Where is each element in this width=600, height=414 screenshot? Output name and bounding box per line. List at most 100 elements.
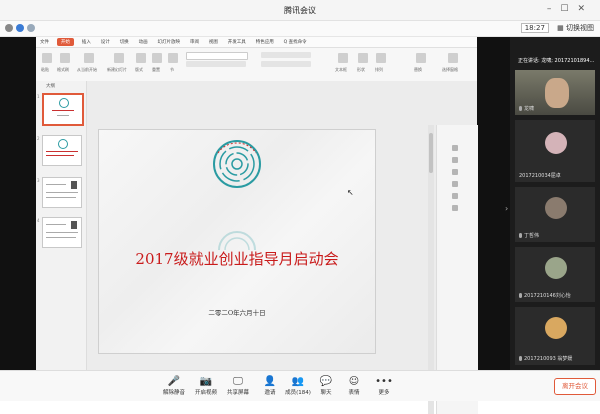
ribbon-label-arrange: 排列	[375, 67, 383, 72]
meeting-infobar: 18:27 ▦ 切换视图	[0, 21, 600, 37]
tab-file[interactable]: 文件	[36, 37, 53, 45]
slide-number-3: 3	[37, 178, 40, 183]
new-slide-icon[interactable]	[114, 53, 124, 63]
thumb-text-line	[46, 232, 78, 233]
slide-thumbnail-4[interactable]	[42, 217, 82, 248]
slide-thumbnail-1[interactable]	[42, 93, 84, 126]
tab-outline[interactable]: 大纲	[46, 83, 55, 89]
participant-name-text: 2017210146刘心怡	[524, 293, 571, 299]
slide-title: 2017级就业创业指导月启动会	[135, 250, 339, 268]
participant-name-text: 龙啸	[524, 106, 535, 112]
slide-number-4: 4	[37, 218, 40, 223]
thumb-logo	[58, 139, 68, 149]
infobar-right: 18:27 ▦ 切换视图	[520, 23, 594, 33]
paragraph-format-row[interactable]	[261, 52, 311, 58]
avatar	[545, 317, 567, 339]
replace-icon[interactable]	[416, 53, 426, 63]
play-from-current-icon[interactable]	[84, 53, 94, 63]
thumb-title-line	[52, 110, 74, 111]
slide-thumbnail-3[interactable]	[42, 177, 82, 208]
participant-name: 2017210146刘心怡	[519, 292, 571, 299]
tab-review[interactable]: 审阅	[186, 37, 203, 45]
textbox-icon[interactable]	[338, 53, 348, 63]
signal-icon[interactable]	[27, 24, 35, 32]
collapse-panel-icon[interactable]: ›	[505, 204, 508, 213]
layout-icon[interactable]	[136, 53, 146, 63]
shape-icon[interactable]	[358, 53, 368, 63]
participant-tile[interactable]: 2017210146刘心怡	[515, 247, 595, 302]
avatar	[545, 132, 567, 154]
more-button[interactable]: ••• 更多	[366, 376, 402, 396]
mic-icon	[519, 356, 522, 361]
security-shield-icon[interactable]	[16, 24, 24, 32]
grid-view-icon[interactable]: ▦	[557, 24, 564, 32]
task-pane-icon[interactable]	[452, 145, 458, 151]
tab-slideshow[interactable]: 幻灯片放映	[154, 37, 185, 45]
font-select[interactable]	[186, 52, 248, 60]
tab-features[interactable]: 特色应用	[252, 37, 278, 45]
thumb-title-line	[46, 155, 74, 156]
tab-developer[interactable]: 开发工具	[224, 37, 250, 45]
arrange-icon[interactable]	[376, 53, 386, 63]
font-format-row[interactable]	[186, 61, 246, 67]
tab-animation[interactable]: 动画	[135, 37, 152, 45]
ribbon-label-shape: 形状	[357, 67, 365, 72]
participant-tile-speaker[interactable]: 龙啸	[515, 70, 595, 115]
thumb-logo	[59, 98, 69, 108]
unmute-label: 解除静音	[162, 390, 185, 396]
thumb-text-line	[46, 192, 78, 193]
unmute-button[interactable]: 🎤 解除静音	[156, 376, 192, 396]
thumb-text-line	[46, 237, 76, 238]
task-pane-icon[interactable]	[452, 181, 458, 187]
command-search[interactable]: Q 查找命令	[280, 37, 311, 45]
tab-home[interactable]: 开始	[56, 38, 74, 46]
participant-tile[interactable]: 2017210034屈卓	[515, 120, 595, 182]
participant-name: 2017210034屈卓	[519, 173, 561, 179]
ribbon-label-replace: 替换	[414, 67, 422, 72]
format-painter-icon[interactable]	[60, 53, 70, 63]
mic-icon	[519, 293, 522, 298]
task-pane-icon[interactable]	[452, 157, 458, 163]
university-emblem-logo	[213, 140, 261, 188]
task-pane-icon[interactable]	[452, 205, 458, 211]
switch-view-button[interactable]: 切换视图	[566, 24, 594, 32]
more-icon: •••	[375, 376, 393, 387]
speaker-face	[545, 78, 569, 108]
task-pane-icon[interactable]	[452, 193, 458, 199]
section-icon[interactable]	[168, 53, 178, 63]
meeting-toolbar: 🎤 解除静音 📷 开启视频 🖵 共享屏幕 👤 邀请 👥 成员(184) 💬 聊天…	[0, 370, 600, 401]
participant-tile[interactable]: 丁哲伟	[515, 187, 595, 242]
thumb-title-line	[46, 151, 78, 152]
active-speaker-label: 正在讲话: 龙啸; 20172101894...	[518, 58, 595, 64]
ribbon-label-selection-pane: 选择窗格	[442, 67, 458, 72]
thumb-text-line	[46, 197, 76, 198]
close-icon[interactable]: ✕	[577, 4, 594, 14]
camera-off-icon: 📷	[199, 376, 213, 387]
tab-insert[interactable]: 插入	[78, 37, 95, 45]
paste-icon[interactable]	[42, 53, 52, 63]
tab-view[interactable]: 视图	[205, 37, 222, 45]
ribbon-label-reset: 重置	[152, 67, 160, 72]
leave-meeting-button[interactable]: 离开会议	[554, 378, 596, 395]
ribbon-label-section: 节	[170, 67, 174, 72]
selection-pane-icon[interactable]	[448, 53, 458, 63]
minimize-icon[interactable]: –	[547, 4, 561, 14]
current-slide[interactable]: 2017级就业创业指导月启动会 二零二O年六月十日	[98, 129, 376, 354]
tab-design[interactable]: 设计	[97, 37, 114, 45]
start-video-label: 开启视频	[194, 390, 217, 396]
ribbon-label-paste: 粘贴	[41, 67, 49, 72]
participant-tile[interactable]: 2017210093 翁梦媛	[515, 307, 595, 365]
share-screen-button[interactable]: 🖵 共享屏幕	[220, 376, 256, 396]
tab-transition[interactable]: 切换	[116, 37, 133, 45]
start-video-button[interactable]: 📷 开启视频	[188, 376, 224, 396]
participant-name: 丁哲伟	[519, 232, 539, 239]
task-pane-icon[interactable]	[452, 169, 458, 175]
mouse-cursor-icon: ↖	[347, 188, 354, 197]
scrollbar-thumb[interactable]	[429, 133, 433, 173]
info-icon[interactable]	[5, 24, 13, 32]
reset-icon[interactable]	[152, 53, 162, 63]
maximize-icon[interactable]: ☐	[560, 4, 577, 14]
slide-thumbnail-2[interactable]	[42, 135, 82, 166]
share-screen-icon: 🖵	[233, 376, 243, 387]
alignment-row[interactable]	[261, 61, 311, 67]
